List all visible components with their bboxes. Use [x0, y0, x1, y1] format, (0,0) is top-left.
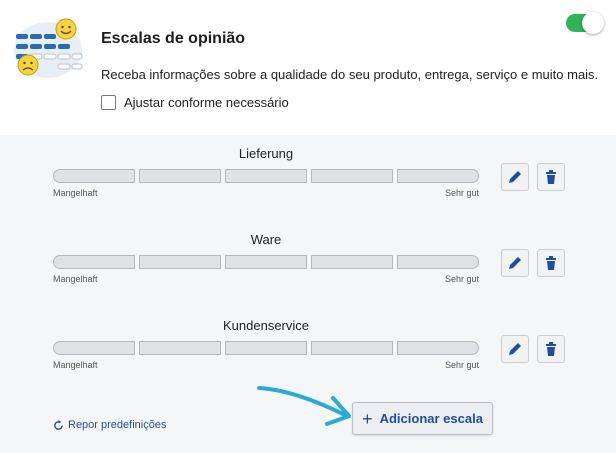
edit-scale-button[interactable]: [501, 163, 529, 191]
pencil-icon: [509, 343, 521, 355]
add-scale-label: Adicionar escala: [379, 411, 483, 426]
scale-name: Lieferung: [238, 146, 294, 161]
pencil-icon: [509, 171, 521, 183]
scale-segment-1[interactable]: [53, 341, 135, 355]
scale-name: Ware: [250, 232, 282, 247]
scale-segment-1[interactable]: [53, 169, 135, 183]
annotation-arrow: [257, 386, 351, 426]
scale-segment-5[interactable]: [397, 255, 479, 269]
delete-scale-button[interactable]: [537, 335, 565, 363]
scale-lieferung: Lieferung Mangelhaft Sehr gut: [53, 146, 567, 206]
scale-segment-3[interactable]: [225, 255, 307, 269]
toggle-knob: [582, 12, 604, 34]
scale-max-label: Sehr gut: [444, 188, 479, 198]
adjust-checkbox-label: Ajustar conforme necessário: [124, 95, 289, 110]
edit-scale-button[interactable]: [501, 249, 529, 277]
settings-header-panel: Escalas de opinião Receba informações so…: [0, 0, 616, 135]
scale-bar: [53, 341, 479, 355]
opinion-scale-illustration: [14, 18, 83, 78]
scale-bar: [53, 255, 479, 269]
enable-toggle[interactable]: [566, 12, 604, 34]
scale-min-label: Mangelhaft: [53, 274, 98, 284]
scale-kundenservice: Kundenservice Mangelhaft Sehr gut: [53, 318, 567, 378]
scale-segment-4[interactable]: [311, 255, 393, 269]
reset-defaults-link[interactable]: Repor predefinições: [53, 419, 166, 431]
scale-segment-4[interactable]: [311, 169, 393, 183]
page-description: Receba informações sobre a qualidade do …: [101, 67, 599, 82]
scale-name: Kundenservice: [223, 318, 309, 333]
scale-bar: [53, 169, 479, 183]
refresh-icon: [54, 419, 63, 430]
scale-segment-1[interactable]: [53, 255, 135, 269]
adjust-checkbox-row[interactable]: Ajustar conforme necessário: [101, 95, 289, 110]
trash-icon: [546, 256, 556, 270]
delete-scale-button[interactable]: [537, 163, 565, 191]
reset-defaults-label: Repor predefinições: [68, 419, 167, 431]
scale-max-label: Sehr gut: [444, 274, 479, 284]
scale-segment-4[interactable]: [311, 341, 393, 355]
scale-segment-2[interactable]: [139, 255, 221, 269]
plus-icon: +: [362, 408, 373, 429]
scale-segment-5[interactable]: [397, 341, 479, 355]
scale-segment-5[interactable]: [397, 169, 479, 183]
scale-max-label: Sehr gut: [444, 360, 479, 370]
add-scale-button[interactable]: + Adicionar escala: [352, 402, 493, 435]
scale-segment-2[interactable]: [139, 169, 221, 183]
page-title: Escalas de opinião: [101, 30, 246, 47]
scale-min-label: Mangelhaft: [53, 360, 98, 370]
pencil-icon: [509, 257, 521, 269]
trash-icon: [546, 170, 556, 184]
scale-segment-3[interactable]: [225, 169, 307, 183]
trash-icon: [546, 342, 556, 356]
scale-ware: Ware Mangelhaft Sehr gut: [53, 232, 567, 292]
adjust-checkbox[interactable]: [101, 95, 116, 110]
delete-scale-button[interactable]: [537, 249, 565, 277]
edit-scale-button[interactable]: [501, 335, 529, 363]
scale-min-label: Mangelhaft: [53, 188, 98, 198]
scale-segment-2[interactable]: [139, 341, 221, 355]
scale-segment-3[interactable]: [225, 341, 307, 355]
